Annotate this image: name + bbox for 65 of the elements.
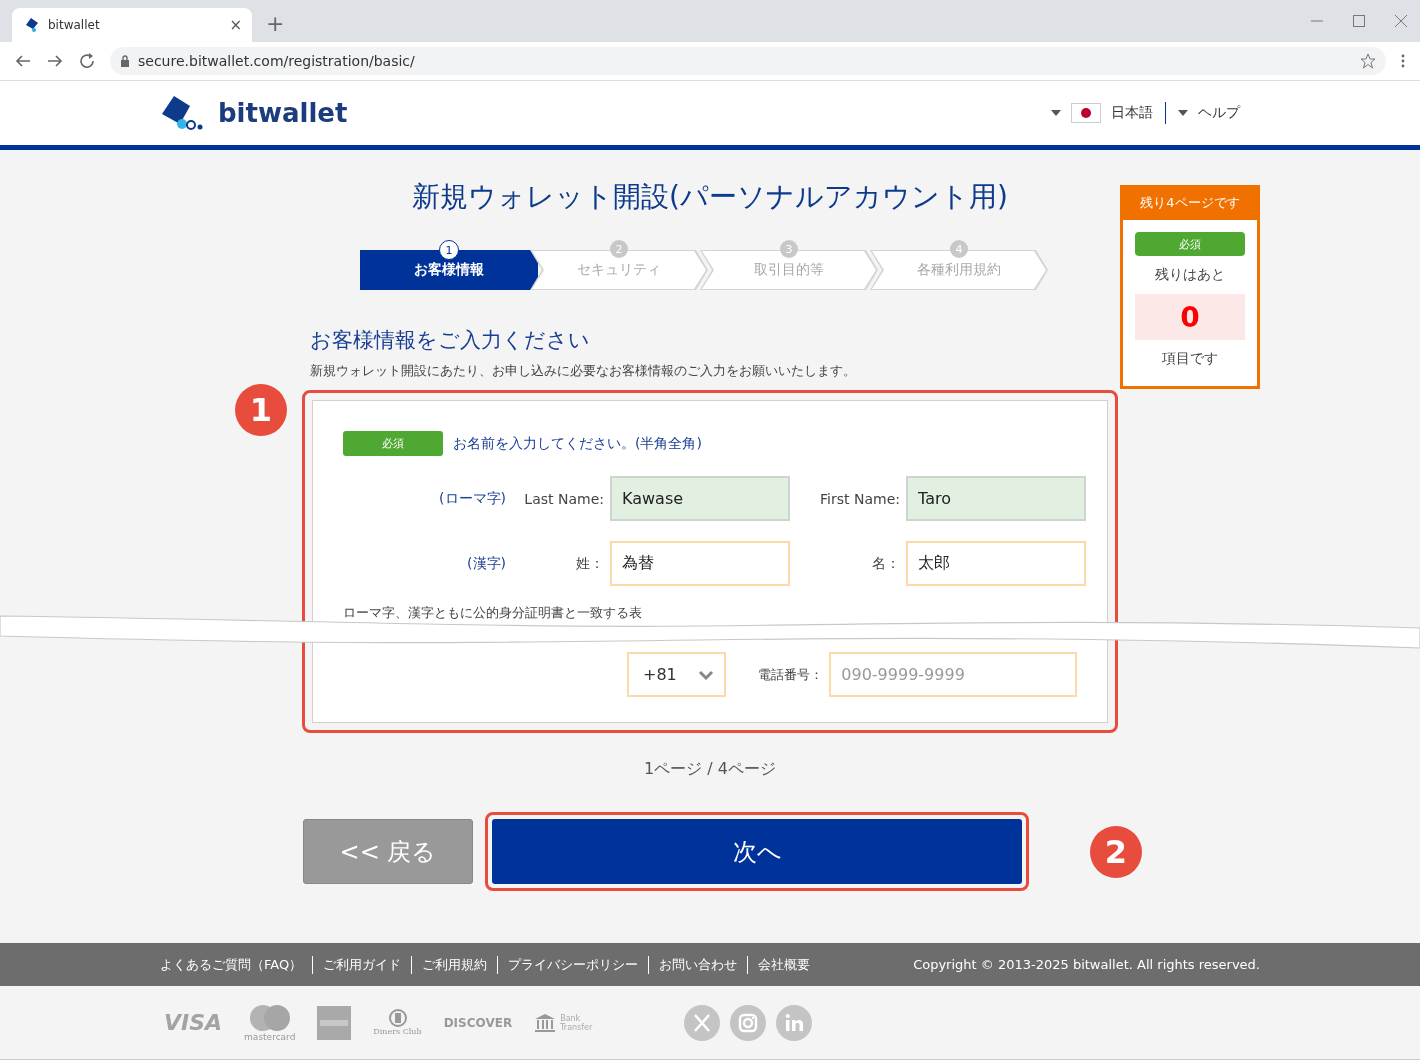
step-number: 1: [439, 240, 459, 260]
footer-link[interactable]: よくあるご質問（FAQ）: [160, 955, 313, 974]
card-logo-icon: [317, 1005, 352, 1040]
input-field[interactable]: 太郎: [906, 541, 1086, 586]
discover-logo: DISCOVER: [443, 1015, 513, 1030]
flag-icon: [1071, 103, 1101, 123]
menu-icon[interactable]: [1400, 53, 1406, 69]
field-label: First Name:: [819, 490, 900, 507]
help-menu[interactable]: ヘルプ: [1178, 104, 1240, 122]
page-title: 新規ウォレット開設(パーソナルアカウント用): [412, 179, 1008, 215]
note-text: ローマ字、漢字ともに公的身分証明書と一致する表: [343, 604, 643, 622]
caret-icon: [1051, 110, 1061, 116]
country-code-select[interactable]: +81: [627, 652, 727, 697]
field-label: 電話番号：: [757, 665, 824, 684]
input-field[interactable]: Kawase: [610, 476, 790, 521]
remaining-label: 残りはあと: [1155, 266, 1225, 284]
logo-icon: [24, 17, 40, 33]
language-selector[interactable]: 日本語: [1051, 103, 1153, 123]
address-bar[interactable]: secure.bitwallet.com/registration/basic/: [110, 47, 1386, 75]
group-label: (漢字): [466, 554, 506, 573]
required-badge: 必須: [1135, 232, 1245, 256]
maximize-icon[interactable]: [1352, 14, 1366, 28]
input-field[interactable]: Taro: [906, 476, 1086, 521]
chevron-icon: [698, 669, 715, 680]
diners-logo: Diners Club: [373, 1009, 422, 1036]
caret-icon: [1178, 110, 1188, 116]
input-field[interactable]: 為替: [610, 541, 790, 586]
step-marker: 1: [235, 384, 287, 436]
remaining-label: 項目です: [1162, 350, 1218, 368]
intro-text: 新規ウォレット開設にあたり、お申し込みに必要なお客様情報のご入力をお願いいたします。: [310, 362, 856, 380]
footer-link[interactable]: お問い合わせ: [648, 955, 748, 974]
required-badge: 必須: [343, 431, 443, 456]
copyright-text: Copyright © 2013-2025 bitwallet. All rights reserved.: [913, 957, 1260, 972]
url-text: secure.bitwallet.com/registration/basic/: [138, 53, 416, 69]
star-icon[interactable]: [1360, 53, 1376, 69]
group-label: (ローマ字): [438, 489, 506, 508]
bank-transfer-logo: Bank Transfer: [534, 1012, 595, 1033]
linkedin-icon[interactable]: [776, 1004, 813, 1041]
field-label: 名：: [871, 554, 900, 573]
browser-tab[interactable]: bitwallet ×: [12, 8, 252, 42]
instagram-icon[interactable]: [730, 1004, 767, 1041]
field-label: 姓：: [575, 554, 604, 573]
step-marker: 2: [1090, 826, 1142, 878]
mastercard-logo: mastercard: [244, 1003, 296, 1042]
x-social-icon[interactable]: [684, 1004, 721, 1041]
footer-link[interactable]: 会社概要: [747, 955, 821, 974]
field-label: Last Name:: [523, 490, 604, 507]
logo-text: bitwallet: [218, 98, 348, 128]
phone-field[interactable]: 090-9999-9999: [829, 652, 1077, 697]
close-icon[interactable]: [1394, 14, 1408, 28]
tab-title: bitwallet: [48, 18, 101, 32]
footer-link[interactable]: ご利用ガイド: [312, 955, 412, 974]
footer-link[interactable]: ご利用規約: [411, 955, 498, 974]
section-heading: お客様情報をご入力ください: [310, 327, 590, 354]
new-tab-button[interactable]: +: [266, 11, 285, 36]
footer-link[interactable]: プライバシーポリシー: [497, 955, 649, 974]
visa-logo: VISA: [164, 1010, 223, 1035]
instruction-text: お名前を入力してください。(半角全角): [453, 434, 702, 453]
remaining-count: 0: [1135, 294, 1245, 340]
page-indicator: 1ページ / 4ページ: [644, 759, 776, 780]
card-header: 残り4ページです: [1123, 188, 1257, 220]
reload-icon[interactable]: [78, 52, 96, 70]
next-button[interactable]: 次へ: [492, 819, 1022, 884]
close-tab-button[interactable]: ×: [229, 16, 242, 34]
lock-icon: [120, 55, 130, 67]
